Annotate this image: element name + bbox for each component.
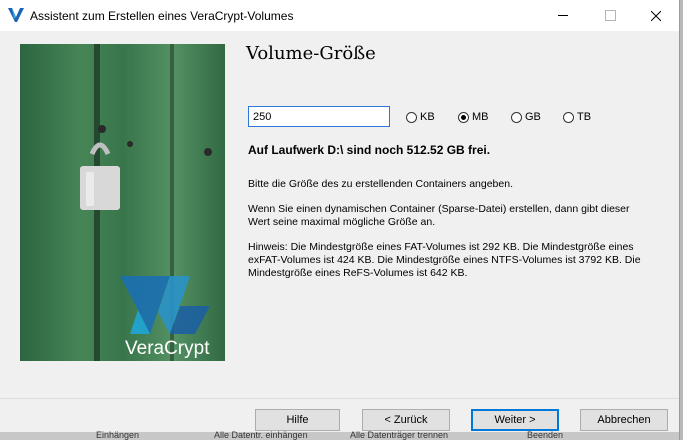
next-button[interactable]: Weiter > — [471, 409, 559, 431]
unit-radio-tb[interactable]: TB — [563, 111, 591, 123]
volume-size-input[interactable] — [248, 106, 390, 127]
radio-tb[interactable] — [563, 111, 574, 123]
unit-label-kb: KB — [420, 111, 435, 123]
maximize-icon — [604, 10, 616, 21]
info-sparse-note: Wenn Sie einen dynamischen Container (Sp… — [248, 203, 630, 228]
window-title: Assistent zum Erstellen eines VeraCrypt-… — [30, 9, 294, 23]
unit-radio-kb[interactable]: KB — [406, 111, 435, 123]
wizard-image: VeraCrypt — [20, 44, 225, 361]
bg-item-dismount-all: Alle Datenträger trennen — [350, 430, 449, 440]
hero-brand-text: VeraCrypt — [125, 338, 210, 359]
background-window-strip: Einhängen Alle Datentr. einhängen Alle D… — [0, 430, 679, 440]
info-minimum-sizes: Hinweis: Die Mindestgröße eines FAT-Volu… — [248, 241, 641, 279]
veracrypt-app-icon — [8, 8, 24, 22]
unit-label-mb: MB — [472, 111, 489, 123]
wizard-window: Assistent zum Erstellen eines VeraCrypt-… — [0, 0, 680, 440]
bg-item-automount: Alle Datentr. einhängen — [214, 430, 308, 440]
free-space-text: Auf Laufwerk D:\ sind noch 512.52 GB fre… — [248, 143, 491, 157]
bg-item-mount: Einhängen — [96, 430, 140, 440]
minimize-icon — [558, 15, 568, 16]
back-button[interactable]: < Zurück — [362, 409, 450, 431]
bg-item-exit: Beenden — [527, 430, 564, 440]
unit-label-tb: TB — [577, 111, 592, 123]
info-size-prompt: Bitte die Größe des zu erstellenden Cont… — [248, 178, 513, 190]
button-divider — [0, 398, 679, 399]
radio-gb[interactable] — [511, 111, 522, 123]
radio-mb[interactable] — [458, 111, 469, 123]
close-icon — [651, 10, 661, 21]
radio-kb[interactable] — [406, 111, 417, 123]
unit-label-gb: GB — [525, 111, 541, 123]
page-title: Volume-Größe — [246, 43, 376, 64]
help-button[interactable]: Hilfe — [255, 409, 340, 431]
close-button[interactable] — [633, 0, 679, 31]
title-bar: Assistent zum Erstellen eines VeraCrypt-… — [0, 0, 679, 31]
minimize-button[interactable] — [540, 0, 586, 31]
cancel-button[interactable]: Abbrechen — [580, 409, 668, 431]
unit-radio-gb[interactable]: GB — [511, 111, 541, 123]
maximize-button[interactable] — [587, 0, 633, 31]
unit-radio-mb[interactable]: MB — [458, 111, 489, 123]
